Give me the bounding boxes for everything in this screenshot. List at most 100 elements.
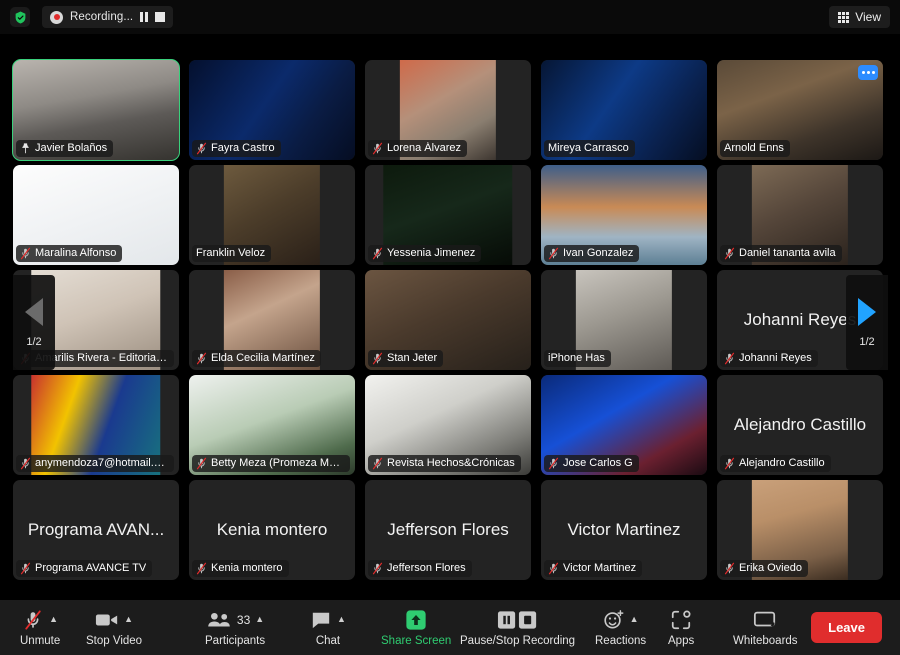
recording-label: Recording...	[70, 11, 134, 23]
participant-tile[interactable]: Daniel tananta avila	[717, 165, 883, 265]
toolbar-chat-label: Chat	[315, 635, 341, 647]
toolbar-participants-label: Participants	[205, 635, 266, 647]
pause-recording-button[interactable]	[140, 12, 149, 22]
participant-tile[interactable]: Lorena Álvarez	[365, 60, 531, 160]
participant-name: Arnold Enns	[724, 142, 784, 154]
participant-tile[interactable]: Yessenia Jimenez	[365, 165, 531, 265]
participant-name-badge: Betty Meza (Promeza Mark...	[192, 455, 350, 472]
whiteboard-icon	[753, 610, 777, 630]
participant-name-badge: Ivan Gonzalez	[544, 245, 640, 262]
chevron-left-icon	[25, 297, 43, 326]
participant-tile[interactable]: anymendoza7@hotmail.com	[13, 375, 179, 475]
participant-name-badge: Victor Martinez	[544, 560, 643, 577]
pause-icon	[140, 12, 149, 22]
mic-muted-icon	[196, 562, 207, 575]
participant-tile[interactable]: Betty Meza (Promeza Mark...	[189, 375, 355, 475]
participant-name-badge: Programa AVANCE TV	[16, 560, 153, 577]
participant-name: iPhone Has	[548, 352, 605, 364]
participant-name: Victor Martinez	[563, 562, 637, 574]
toolbar-whiteboards-button[interactable]: Whiteboards	[733, 600, 798, 655]
toolbar-reactions-label: Reactions	[595, 635, 647, 647]
participant-name: Alejandro Castillo	[739, 457, 825, 469]
participant-tile[interactable]: Franklin Veloz	[189, 165, 355, 265]
participant-tile[interactable]: Arnold Enns	[717, 60, 883, 160]
mic-muted-icon	[724, 562, 735, 575]
toolbar-participants-button[interactable]: 33 ▲ Participants	[205, 600, 265, 655]
chevron-up-icon[interactable]: ▲	[630, 614, 639, 624]
participant-name-badge: Franklin Veloz	[192, 245, 272, 262]
toolbar-mute-button[interactable]: ▲ Unmute	[20, 600, 60, 655]
mic-muted-icon	[548, 457, 559, 470]
pause-stop-icon	[497, 610, 539, 630]
next-page-button[interactable]: 1/2	[846, 275, 888, 370]
mic-muted-icon	[372, 457, 383, 470]
stop-recording-button[interactable]	[155, 12, 166, 22]
participant-tile[interactable]: Fayra Castro	[189, 60, 355, 160]
participant-name-badge: Yessenia Jimenez	[368, 245, 482, 262]
toolbar-recording-label: Pause/Stop Recording	[460, 635, 576, 647]
chevron-up-icon[interactable]: ▲	[337, 614, 346, 624]
participant-gallery: Javier Bolaños Fayra Castro Lorena Álvarez…	[12, 59, 888, 600]
participant-name-badge: Erika Oviedo	[720, 560, 808, 577]
toolbar-reactions-button[interactable]: ▲ Reactions	[595, 600, 646, 655]
display-name-text: Johanni Reyes	[743, 310, 857, 329]
participant-tile[interactable]: Erika Oviedo	[717, 480, 883, 580]
encryption-shield-icon[interactable]	[10, 7, 30, 27]
mic-muted-icon	[372, 142, 383, 155]
participant-tile[interactable]: Javier Bolaños	[12, 59, 180, 161]
toolbar-recording-button[interactable]: Pause/Stop Recording	[460, 600, 575, 655]
toolbar-video-button[interactable]: ▲ Stop Video	[86, 600, 142, 655]
participant-name-badge: Daniel tananta avila	[720, 245, 842, 262]
participant-name: Jose Carlos G	[563, 457, 633, 469]
toolbar-share-button[interactable]: Share Screen	[381, 600, 451, 655]
participant-tile[interactable]: Mireya Carrasco	[541, 60, 707, 160]
participants-icon	[206, 611, 232, 629]
tile-more-options-button[interactable]	[858, 65, 878, 80]
chevron-up-icon[interactable]: ▲	[124, 614, 133, 624]
participant-tile[interactable]: Maralina Alfonso	[13, 165, 179, 265]
participant-tile[interactable]: Ivan Gonzalez	[541, 165, 707, 265]
participant-name-badge: Alejandro Castillo	[720, 455, 831, 472]
participant-tile[interactable]: Elda Cecilia Martínez	[189, 270, 355, 370]
participant-tile[interactable]: Jose Carlos G	[541, 375, 707, 475]
video-camera-icon	[95, 610, 119, 630]
previous-page-button[interactable]: 1/2	[13, 275, 55, 370]
toolbar-mute-label: Unmute	[20, 635, 61, 647]
participant-tile[interactable]: Stan Jeter	[365, 270, 531, 370]
participant-name: Stan Jeter	[387, 352, 438, 364]
stop-icon	[155, 12, 166, 22]
chevron-up-icon[interactable]: ▲	[255, 614, 264, 624]
participant-name-badge: Lorena Álvarez	[368, 140, 467, 157]
toolbar-apps-button[interactable]: Apps	[668, 600, 694, 655]
leave-meeting-button[interactable]: Leave	[811, 612, 882, 643]
participant-tile[interactable]: Kenia montero Kenia montero	[189, 480, 355, 580]
participant-name: Ivan Gonzalez	[563, 247, 634, 259]
participant-name: Javier Bolaños	[35, 142, 108, 154]
toolbar-chat-button[interactable]: ▲ Chat	[310, 600, 346, 655]
meeting-toolbar: ▲ Unmute ▲ Stop Video 33 ▲ Participants ▲ Chat Sh…	[0, 600, 900, 655]
participant-tile[interactable]: Jefferson Flores Jefferson Flores	[365, 480, 531, 580]
mic-muted-icon	[548, 247, 559, 260]
chat-bubble-icon	[310, 610, 332, 630]
view-button[interactable]: View	[829, 6, 890, 28]
pin-icon	[22, 143, 29, 154]
apps-icon	[670, 609, 692, 631]
participant-name: Fayra Castro	[211, 142, 275, 154]
participant-name: Mireya Carrasco	[548, 142, 629, 154]
participant-name: Programa AVANCE TV	[35, 562, 147, 574]
participants-count: 33	[236, 613, 251, 627]
participant-tile[interactable]: Victor Martinez Victor Martinez	[541, 480, 707, 580]
participant-tile[interactable]: iPhone Has	[541, 270, 707, 370]
page-indicator-left: 1/2	[26, 335, 42, 348]
participant-tile[interactable]: Revista Hechos&Crónicas	[365, 375, 531, 475]
display-name-text: Jefferson Flores	[387, 520, 509, 539]
display-name-text: Kenia montero	[216, 520, 328, 539]
participant-name: Yessenia Jimenez	[387, 247, 476, 259]
participant-name: Jefferson Flores	[387, 562, 466, 574]
chevron-up-icon[interactable]: ▲	[49, 614, 58, 624]
mic-muted-icon	[372, 352, 383, 365]
participant-tile[interactable]: Alejandro Castillo Alejandro Castillo	[717, 375, 883, 475]
participant-tile[interactable]: Programa AVAN... Programa AVANCE TV	[13, 480, 179, 580]
participant-name: Elda Cecilia Martínez	[211, 352, 315, 364]
participant-name-badge: Javier Bolaños	[16, 140, 114, 157]
